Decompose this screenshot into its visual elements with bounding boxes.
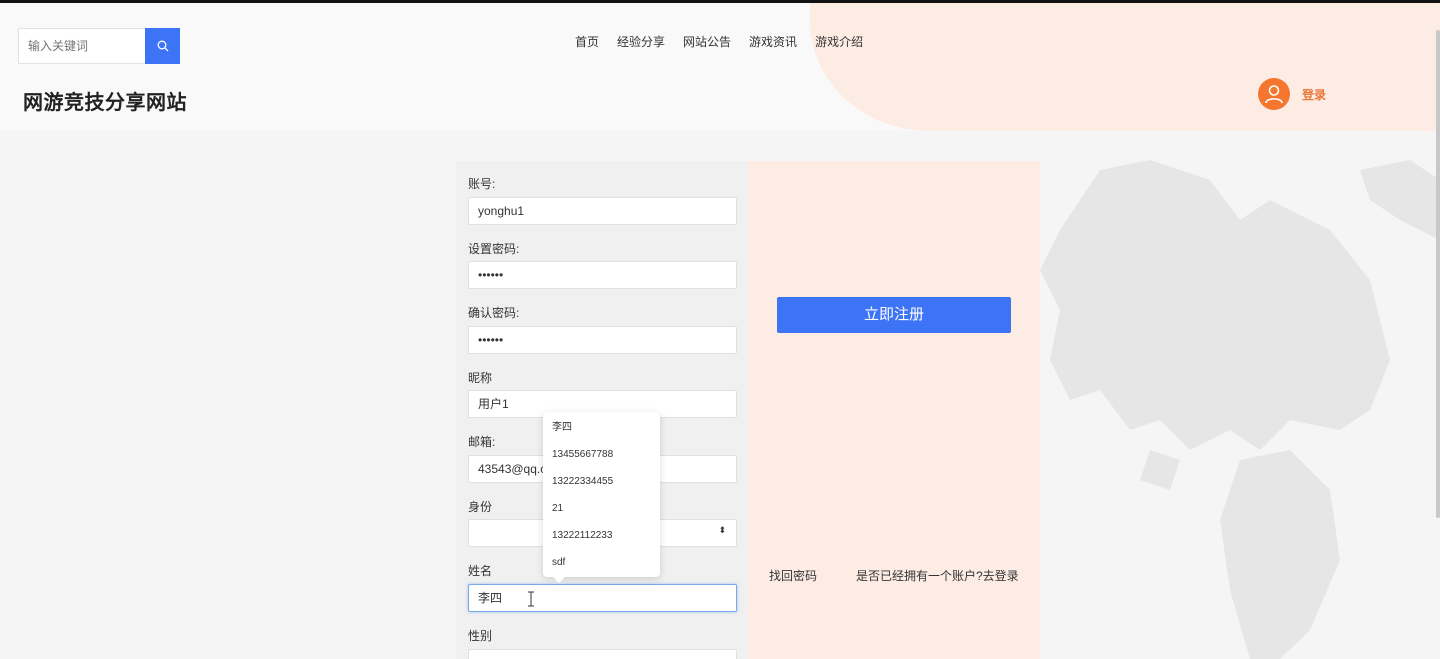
confirm-password-input[interactable]: ••••••	[468, 326, 737, 354]
dropdown-caret	[553, 577, 565, 583]
field-label-identity: 身份	[468, 500, 493, 514]
go-login-link[interactable]: 是否已经拥有一个账户?去登录	[856, 567, 1019, 584]
register-action-panel: 立即注册 找回密码 是否已经拥有一个账户?去登录	[748, 161, 1040, 659]
field-label-email: 邮箱:	[468, 435, 496, 449]
autocomplete-item[interactable]: 13455667788	[543, 441, 660, 468]
login-link[interactable]: 登录	[1302, 86, 1326, 103]
field-label-name: 姓名	[468, 564, 493, 578]
search-input[interactable]	[19, 29, 145, 63]
field-label-password: 设置密码:	[468, 242, 520, 256]
field-label-account: 账号:	[468, 177, 496, 191]
page-scrollbar[interactable]	[1436, 30, 1440, 518]
autocomplete-item[interactable]: 13222334455	[543, 468, 660, 495]
select-arrow-icon: ⬍	[718, 525, 726, 535]
text-cursor-icon	[528, 591, 534, 607]
registration-form: 账号: yonghu1 设置密码: •••••• 确认密码: •••••• 昵称…	[456, 161, 748, 659]
nav-item-announcements[interactable]: 网站公告	[674, 33, 740, 51]
field-label-nickname: 昵称	[468, 371, 493, 385]
nav-item-experience[interactable]: 经验分享	[608, 33, 674, 51]
user-area: 登录	[1258, 78, 1326, 110]
site-title: 网游竞技分享网站	[23, 92, 187, 114]
password-input[interactable]: ••••••	[468, 261, 737, 289]
autocomplete-item[interactable]: 21	[543, 495, 660, 522]
autocomplete-item[interactable]: 李四	[543, 414, 660, 441]
field-label-confirm-password: 确认密码:	[468, 306, 520, 320]
user-icon	[1265, 85, 1283, 104]
account-input[interactable]: yonghu1	[468, 197, 737, 225]
name-input[interactable]: 李四	[468, 584, 737, 612]
search-button[interactable]	[145, 28, 180, 64]
main-nav: 首页 经验分享 网站公告 游戏资讯 游戏介绍	[566, 33, 872, 51]
search-icon	[157, 40, 168, 52]
nav-item-home[interactable]: 首页	[566, 33, 608, 51]
nav-item-game-intro[interactable]: 游戏介绍	[806, 33, 872, 51]
autocomplete-dropdown: 李四 13455667788 13222334455 21 1322211223…	[543, 412, 660, 583]
avatar[interactable]	[1258, 78, 1290, 110]
gender-input[interactable]	[468, 649, 737, 659]
world-map-background	[1040, 160, 1440, 659]
field-label-gender: 性别	[468, 629, 493, 643]
search-box	[18, 28, 180, 64]
nav-item-game-news[interactable]: 游戏资讯	[740, 33, 806, 51]
header-decoration	[810, 3, 1440, 131]
forgot-password-link[interactable]: 找回密码	[769, 567, 817, 584]
register-button[interactable]: 立即注册	[777, 297, 1011, 333]
site-header: 首页 经验分享 网站公告 游戏资讯 游戏介绍 网游竞技分享网站 登录	[0, 3, 1440, 131]
autocomplete-item[interactable]: 13222112233	[543, 522, 660, 549]
autocomplete-item[interactable]: sdf	[543, 549, 660, 576]
